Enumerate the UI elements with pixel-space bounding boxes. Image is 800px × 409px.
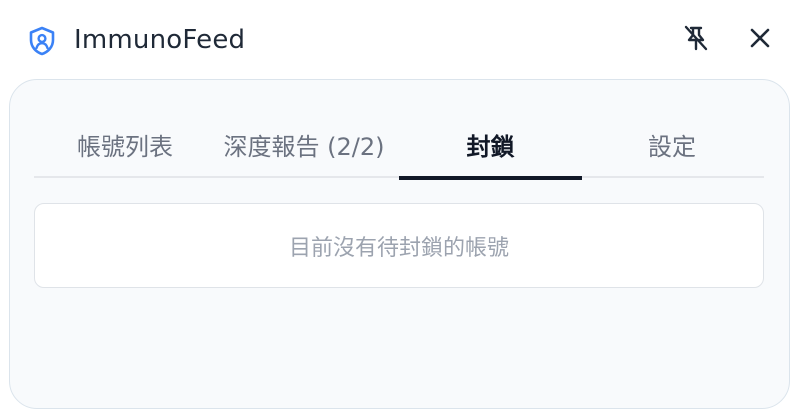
tab-block[interactable]: 封鎖 <box>399 110 582 180</box>
empty-state-card: 目前沒有待封鎖的帳號 <box>34 203 764 288</box>
app-title: ImmunoFeed <box>74 25 246 55</box>
shield-user-icon <box>28 26 56 56</box>
unpin-icon <box>682 24 710 56</box>
tab-deep-report[interactable]: 深度報告 (2/2) <box>214 110 394 178</box>
tab-bar: 帳號列表 深度報告 (2/2) 封鎖 設定 <box>34 110 764 180</box>
tab-account-list[interactable]: 帳號列表 <box>50 110 200 178</box>
title-bar: ImmunoFeed <box>0 0 800 80</box>
close-icon <box>748 26 772 54</box>
empty-state-message: 目前沒有待封鎖的帳號 <box>288 235 509 261</box>
close-button[interactable] <box>744 24 776 56</box>
tab-settings[interactable]: 設定 <box>582 110 762 178</box>
unpin-button[interactable] <box>680 24 712 56</box>
